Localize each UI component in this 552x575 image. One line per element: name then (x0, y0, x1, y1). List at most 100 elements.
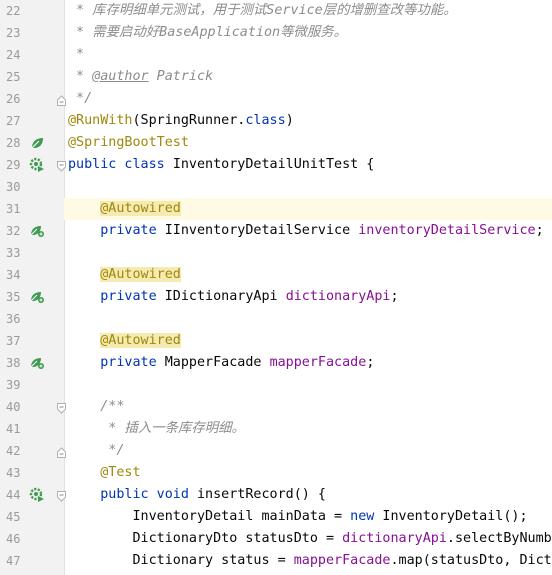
fold-collapse-icon[interactable] (57, 159, 66, 172)
code-editor[interactable]: 22 * 库存明细单元测试，用于测试Service层的增删查改等功能。 23 * … (0, 0, 552, 575)
code-text[interactable]: */ (68, 440, 124, 462)
code-text[interactable]: @SpringBootTest (68, 132, 189, 154)
code-token: InventoryDetail(); (382, 509, 528, 524)
code-line[interactable]: 33 (0, 242, 552, 264)
line-number: 25 (6, 70, 21, 84)
code-token: dictionaryApi (285, 289, 391, 304)
code-text[interactable]: DictionaryDto statusDto = dictionaryApi.… (68, 528, 552, 550)
code-line[interactable]: 31 @Autowired (0, 198, 552, 220)
code-line[interactable]: 41 * 插入一条库存明细。 (0, 418, 552, 440)
line-number: 44 (6, 488, 21, 502)
code-token: Patrick (148, 69, 214, 84)
spring-autowired-bean-icon[interactable] (29, 289, 45, 305)
spring-bean-leaf-icon[interactable] (29, 135, 45, 151)
code-line-background (64, 440, 552, 462)
code-token: mapperFacade (293, 553, 391, 568)
code-line[interactable]: 35 private IDictionaryApi dictionaryApi; (0, 286, 552, 308)
code-token: private (68, 289, 165, 304)
code-line-background (64, 44, 552, 66)
code-token: inventoryDetailService (358, 223, 536, 238)
code-line[interactable]: 27 @RunWith(SpringRunner.class) (0, 110, 552, 132)
code-text[interactable]: Dictionary status = mapperFacade.map(sta… (68, 550, 552, 572)
code-token: DictionaryDto statusDto = (68, 531, 343, 546)
line-number: 46 (6, 532, 21, 546)
code-text[interactable]: public class InventoryDetailUnitTest { (68, 154, 374, 176)
code-text[interactable]: @Autowired (68, 198, 181, 220)
code-text[interactable]: */ (68, 88, 92, 110)
code-line[interactable]: 45 InventoryDetail mainData = new Invent… (0, 506, 552, 528)
code-token: new (350, 509, 383, 524)
code-token: MapperFacade (164, 355, 270, 370)
code-token: () { (293, 487, 326, 502)
code-line[interactable]: 46 DictionaryDto statusDto = dictionaryA… (0, 528, 552, 550)
line-number: 31 (6, 202, 21, 216)
code-text[interactable]: private IInventoryDetailService inventor… (68, 220, 543, 242)
code-text[interactable]: @RunWith(SpringRunner.class) (68, 110, 294, 132)
code-line[interactable]: 25 * @author Patrick (0, 66, 552, 88)
line-number: 39 (6, 378, 21, 392)
code-line-background (64, 176, 552, 198)
code-line[interactable]: 42 */ (0, 440, 552, 462)
code-text[interactable]: * 需要启动好BaseApplication等微服务。 (68, 22, 347, 44)
line-number: 41 (6, 422, 21, 436)
line-number: 22 (6, 4, 21, 18)
code-text[interactable]: InventoryDetail mainData = new Inventory… (68, 506, 528, 528)
spring-autowired-bean-icon[interactable] (29, 355, 45, 371)
code-line[interactable]: 43 @Test (0, 462, 552, 484)
line-number: 26 (6, 92, 21, 106)
code-line[interactable]: 29 public class InventoryDetailUnitTest { (0, 154, 552, 176)
code-line[interactable]: 32 private IInventoryDetailService inven… (0, 220, 552, 242)
line-number: 24 (6, 48, 21, 62)
code-line[interactable]: 38 private MapperFacade mapperFacade; (0, 352, 552, 374)
code-token: insertRecord (197, 487, 294, 502)
code-line-background (64, 242, 552, 264)
code-line[interactable]: 34 @Autowired (0, 264, 552, 286)
code-token: @author (92, 69, 149, 84)
code-line[interactable]: 44 public void insertRecord() { (0, 484, 552, 506)
code-text[interactable]: private MapperFacade mapperFacade; (68, 352, 374, 374)
fold-collapse-icon[interactable] (57, 489, 66, 502)
code-text[interactable]: * 库存明细单元测试，用于测试Service层的增删查改等功能。 (68, 0, 457, 22)
code-text[interactable]: @Test (68, 462, 140, 484)
code-line-background (64, 396, 552, 418)
code-token: * 需要启动好BaseApplication等微服务。 (68, 25, 348, 40)
spring-run-gear-icon[interactable] (29, 487, 45, 503)
code-token: * 插入一条库存明细。 (68, 421, 245, 436)
code-text[interactable]: private IDictionaryApi dictionaryApi; (68, 286, 399, 308)
code-line-background (64, 308, 552, 330)
code-token: @Autowired (100, 333, 181, 348)
code-line[interactable]: 36 (0, 308, 552, 330)
fold-collapse-icon[interactable] (57, 401, 66, 414)
code-line[interactable]: 23 * 需要启动好BaseApplication等微服务。 (0, 22, 552, 44)
fold-end-icon[interactable] (57, 93, 66, 106)
code-token: (SpringRunner. (132, 113, 246, 128)
code-text[interactable]: /** (68, 396, 124, 418)
code-token: ; (366, 355, 375, 370)
code-line[interactable]: 37 @Autowired (0, 330, 552, 352)
code-text[interactable]: @Autowired (68, 330, 181, 352)
code-line[interactable]: 47 Dictionary status = mapperFacade.map(… (0, 550, 552, 572)
code-line-background (64, 88, 552, 110)
line-number: 30 (6, 180, 21, 194)
code-text[interactable]: @Autowired (68, 264, 181, 286)
code-token: dictionaryApi (342, 531, 447, 546)
code-text[interactable]: * 插入一条库存明细。 (68, 418, 245, 440)
code-line[interactable]: 30 (0, 176, 552, 198)
code-token: @RunWith (68, 113, 133, 128)
code-line[interactable]: 26 */ (0, 88, 552, 110)
code-line[interactable]: 22 * 库存明细单元测试，用于测试Service层的增删查改等功能。 (0, 0, 552, 22)
line-number: 47 (6, 554, 21, 568)
code-token: ; (390, 289, 399, 304)
code-text[interactable]: * (68, 44, 84, 66)
spring-run-gear-icon[interactable] (29, 157, 45, 173)
spring-autowired-bean-icon[interactable] (29, 223, 45, 239)
fold-end-icon[interactable] (57, 445, 66, 458)
line-number: 28 (6, 136, 21, 150)
code-text[interactable]: public void insertRecord() { (68, 484, 326, 506)
code-token: * (68, 47, 85, 62)
code-line[interactable]: 24 * (0, 44, 552, 66)
code-line[interactable]: 28 @SpringBootTest (0, 132, 552, 154)
code-line[interactable]: 40 /** (0, 396, 552, 418)
code-text[interactable]: * @author Patrick (68, 66, 213, 88)
code-line[interactable]: 39 (0, 374, 552, 396)
